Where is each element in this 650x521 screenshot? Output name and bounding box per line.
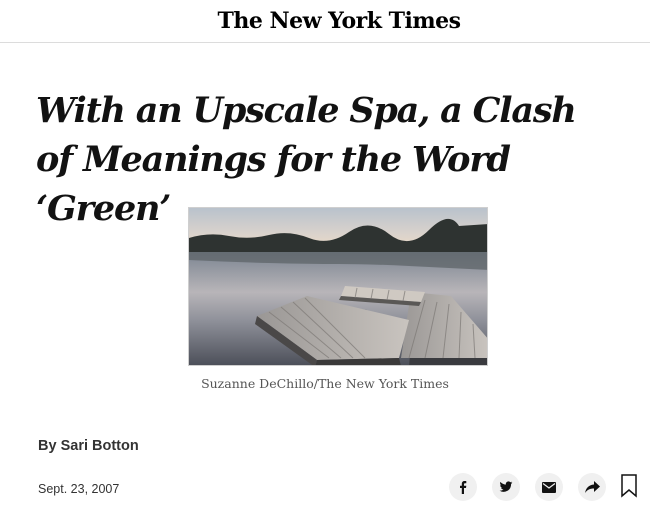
more-share-button[interactable] [578,473,606,501]
email-share-button[interactable] [535,473,563,501]
facebook-icon [460,481,467,494]
byline-prefix: By [38,438,61,454]
lake-dock-photo [189,208,487,365]
article-image [188,207,488,366]
author-name[interactable]: Sari Botton [61,438,139,454]
twitter-icon [499,481,513,492]
publish-date: Sept. 23, 2007 [38,482,120,496]
share-icon [584,480,600,493]
image-credit: Suzanne DeChillo/The New York Times [201,376,449,391]
twitter-share-button[interactable] [492,473,520,501]
save-bookmark-button[interactable] [621,474,637,502]
nyt-logo[interactable]: The New York Times [217,8,461,34]
email-icon [542,481,556,493]
masthead: The New York Times [0,0,650,43]
facebook-share-button[interactable] [449,473,477,501]
byline: By Sari Botton [38,438,139,454]
bookmark-icon [621,474,637,498]
